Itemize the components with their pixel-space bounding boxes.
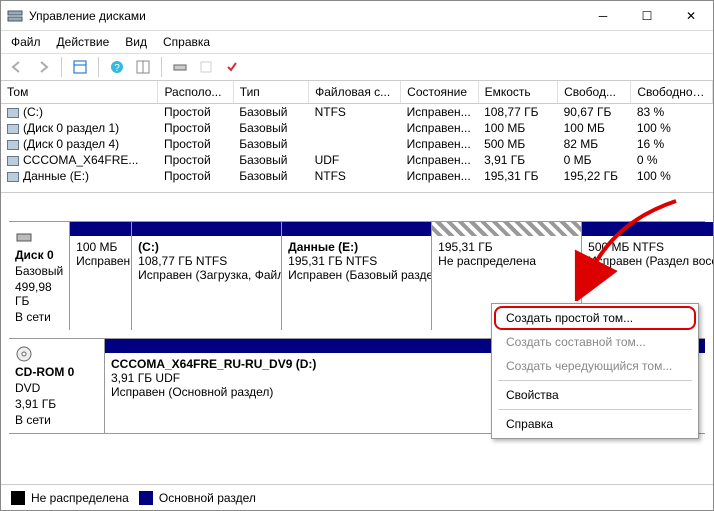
separator bbox=[98, 57, 99, 77]
partition-bar bbox=[132, 222, 281, 236]
part-line2: 108,77 ГБ NTFS bbox=[138, 254, 275, 268]
window-title: Управление дисками bbox=[29, 9, 581, 23]
legend-primary: Основной раздел bbox=[139, 491, 256, 505]
col-layout[interactable]: Располо... bbox=[158, 81, 233, 104]
toggle-graphic-button[interactable] bbox=[131, 56, 155, 78]
part-title: Данные (E:) bbox=[288, 240, 358, 254]
refresh-icon[interactable] bbox=[194, 56, 218, 78]
menu-help[interactable]: Справка bbox=[494, 412, 696, 436]
volume-row[interactable]: (Диск 0 раздел 1)ПростойБазовыйИсправен.… bbox=[1, 120, 713, 136]
col-fs[interactable]: Файловая с... bbox=[309, 81, 401, 104]
partition-bar bbox=[582, 222, 713, 236]
cdrom-type: DVD bbox=[15, 381, 98, 395]
disk0-size: 499,98 ГБ bbox=[15, 280, 63, 308]
partition-c[interactable]: (C:)108,77 ГБ NTFSИсправен (Загрузка, Фа… bbox=[132, 222, 282, 330]
part-title: CCCOMA_X64FRE_RU-RU_DV9 (D:) bbox=[111, 357, 316, 371]
partition-e[interactable]: Данные (E:)195,31 ГБ NTFSИсправен (Базов… bbox=[282, 222, 432, 330]
cdrom-name: CD-ROM 0 bbox=[15, 365, 98, 379]
part-size: 195,31 ГБ bbox=[438, 240, 575, 254]
partition-bar bbox=[282, 222, 431, 236]
menu-action[interactable]: Действие bbox=[49, 33, 118, 51]
cdrom-icon bbox=[15, 345, 33, 363]
app-icon bbox=[7, 8, 23, 24]
legend-swatch-primary bbox=[139, 491, 153, 505]
menu-file[interactable]: Файл bbox=[3, 33, 49, 51]
legend-swatch-unallocated bbox=[11, 491, 25, 505]
menubar: Файл Действие Вид Справка bbox=[1, 31, 713, 53]
context-menu: Создать простой том... Создать составной… bbox=[491, 303, 699, 439]
disk0-status: В сети bbox=[15, 310, 63, 324]
col-type[interactable]: Тип bbox=[233, 81, 308, 104]
part-state: Исправен (Загрузка, Файл подкачки) bbox=[138, 268, 275, 282]
minimize-button[interactable]: ─ bbox=[581, 1, 625, 31]
titlebar: Управление дисками ─ ☐ ✕ bbox=[1, 1, 713, 31]
cdrom-status: В сети bbox=[15, 413, 98, 427]
menu-create-simple-volume[interactable]: Создать простой том... bbox=[494, 306, 696, 330]
volume-row[interactable]: Данные (E:)ПростойБазовыйNTFSИсправен...… bbox=[1, 168, 713, 184]
legend-unallocated: Не распределена bbox=[11, 491, 129, 505]
volume-icon bbox=[7, 108, 19, 118]
part-state: Исправен (Раздел восстановления) bbox=[588, 254, 713, 268]
menu-create-striped-volume: Создать чередующийся том... bbox=[494, 354, 696, 378]
part-line2: 195,31 ГБ NTFS bbox=[288, 254, 425, 268]
col-capacity[interactable]: Емкость bbox=[478, 81, 558, 104]
toolbar: ? bbox=[1, 53, 713, 81]
part-line2: 500 МБ NTFS bbox=[588, 240, 713, 254]
volume-row[interactable]: (C:)ПростойБазовыйNTFSИсправен...108,77 … bbox=[1, 104, 713, 121]
part-state: Исправен bbox=[76, 254, 125, 268]
cdrom-label[interactable]: CD-ROM 0 DVD 3,91 ГБ В сети bbox=[9, 339, 105, 433]
partition-bar bbox=[70, 222, 131, 236]
col-free[interactable]: Свобод... bbox=[558, 81, 631, 104]
col-freepct[interactable]: Свободно % bbox=[631, 81, 713, 104]
volume-icon bbox=[7, 156, 19, 166]
statusbar: Не распределена Основной раздел bbox=[1, 484, 713, 510]
cdrom-size: 3,91 ГБ bbox=[15, 397, 98, 411]
part-state: Не распределена bbox=[438, 254, 575, 268]
part-size: 100 МБ bbox=[76, 240, 125, 254]
forward-button[interactable] bbox=[31, 56, 55, 78]
partition-efi[interactable]: 100 МБИсправен bbox=[70, 222, 132, 330]
volume-row[interactable]: (Диск 0 раздел 4)ПростойБазовыйИсправен.… bbox=[1, 136, 713, 152]
column-header-row[interactable]: Том Располо... Тип Файловая с... Состоян… bbox=[1, 81, 713, 104]
back-button[interactable] bbox=[5, 56, 29, 78]
col-state[interactable]: Состояние bbox=[401, 81, 478, 104]
window: Управление дисками ─ ☐ ✕ Файл Действие В… bbox=[0, 0, 714, 511]
volume-icon bbox=[7, 124, 19, 134]
volume-list[interactable]: Том Располо... Тип Файловая с... Состоян… bbox=[1, 81, 713, 193]
part-title: (C:) bbox=[138, 240, 159, 254]
hdd-icon bbox=[15, 228, 33, 246]
svg-text:?: ? bbox=[114, 63, 120, 74]
menu-properties[interactable]: Свойства bbox=[494, 383, 696, 407]
part-state: Исправен (Базовый раздел) bbox=[288, 268, 425, 282]
menu-separator bbox=[498, 409, 692, 410]
drive-icon[interactable] bbox=[168, 56, 192, 78]
separator bbox=[161, 57, 162, 77]
menu-view[interactable]: Вид bbox=[117, 33, 155, 51]
volume-row[interactable]: CCCOMA_X64FRE...ПростойБазовыйUDFИсправе… bbox=[1, 152, 713, 168]
maximize-button[interactable]: ☐ bbox=[625, 1, 669, 31]
window-buttons: ─ ☐ ✕ bbox=[581, 1, 713, 31]
separator bbox=[61, 57, 62, 77]
disk0-label[interactable]: Диск 0 Базовый 499,98 ГБ В сети bbox=[9, 222, 70, 330]
volume-icon bbox=[7, 140, 19, 150]
partition-bar-unallocated bbox=[432, 222, 581, 236]
disk0-name: Диск 0 bbox=[15, 248, 63, 262]
menu-create-spanned-volume: Создать составной том... bbox=[494, 330, 696, 354]
col-volume[interactable]: Том bbox=[1, 81, 158, 104]
help-button[interactable]: ? bbox=[105, 56, 129, 78]
view-panes-button[interactable] bbox=[68, 56, 92, 78]
properties-button[interactable] bbox=[220, 56, 244, 78]
close-button[interactable]: ✕ bbox=[669, 1, 713, 31]
menu-help[interactable]: Справка bbox=[155, 33, 218, 51]
volume-icon bbox=[7, 172, 19, 182]
disk0-type: Базовый bbox=[15, 264, 63, 278]
menu-separator bbox=[498, 380, 692, 381]
